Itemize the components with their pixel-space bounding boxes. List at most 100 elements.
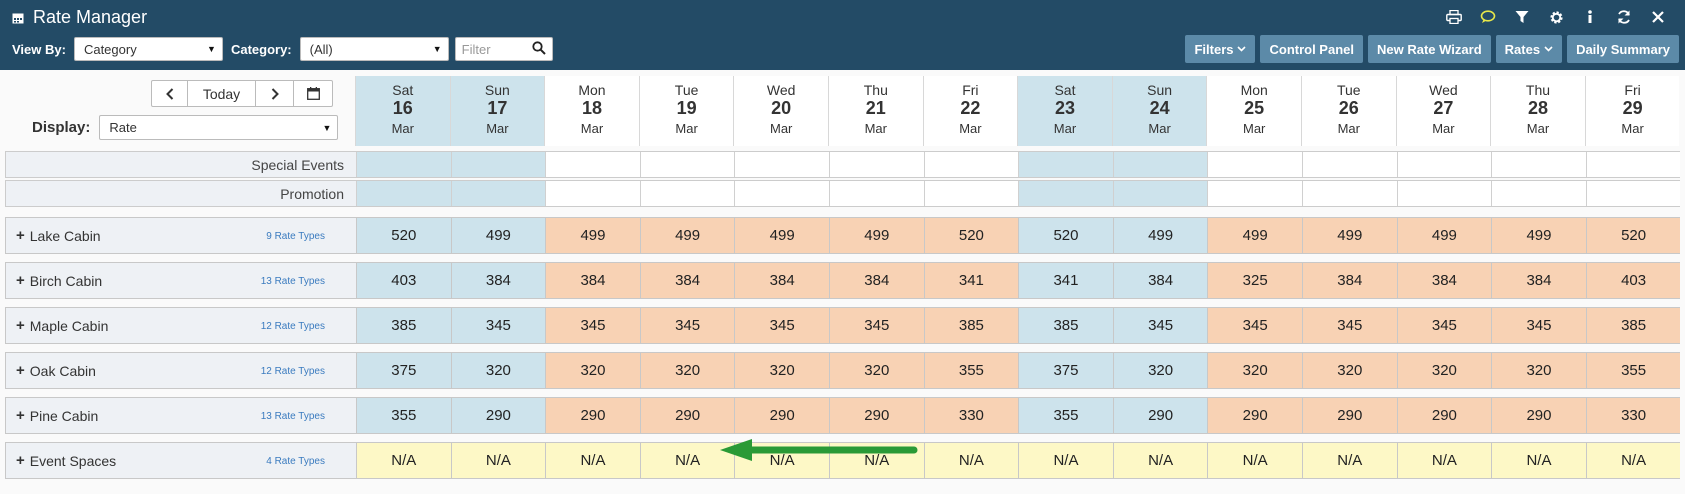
today-button[interactable]: Today	[188, 81, 256, 106]
control-panel-button[interactable]: Control Panel	[1260, 35, 1363, 63]
event-cell[interactable]	[1491, 152, 1586, 177]
event-cell[interactable]	[923, 181, 1019, 206]
rate-cell[interactable]: 345	[1207, 308, 1302, 343]
new-rate-wizard-button[interactable]: New Rate Wizard	[1368, 35, 1491, 63]
rate-types-link[interactable]: 12 Rate Types	[261, 366, 325, 377]
event-cell[interactable]	[450, 181, 546, 206]
rate-cell[interactable]: 375	[356, 353, 451, 388]
rate-cell[interactable]: 499	[1207, 218, 1302, 253]
rate-cell[interactable]: 320	[545, 353, 640, 388]
rate-cell[interactable]: 499	[734, 218, 829, 253]
rate-cell[interactable]: 385	[1585, 308, 1681, 343]
rate-cell[interactable]: 345	[829, 308, 924, 343]
rate-cell[interactable]: 341	[1018, 263, 1113, 298]
rate-cell[interactable]: N/A	[1112, 443, 1208, 478]
event-cell[interactable]	[1018, 152, 1113, 177]
info-icon[interactable]	[1573, 6, 1607, 28]
event-cell[interactable]	[1302, 152, 1397, 177]
event-cell[interactable]	[639, 181, 735, 206]
rate-cell[interactable]: 384	[734, 263, 829, 298]
rate-cell[interactable]: N/A	[1585, 443, 1681, 478]
rate-cell[interactable]: 499	[1302, 218, 1397, 253]
refresh-icon[interactable]	[1607, 6, 1641, 28]
rate-cell[interactable]: N/A	[1018, 443, 1113, 478]
prev-button[interactable]	[152, 81, 188, 106]
rate-cell[interactable]: 320	[639, 353, 735, 388]
filter-icon[interactable]	[1505, 6, 1539, 28]
rate-cell[interactable]: 320	[1302, 353, 1397, 388]
chat-icon[interactable]	[1471, 6, 1505, 28]
rate-cell[interactable]: 320	[450, 353, 546, 388]
event-cell[interactable]	[356, 152, 451, 177]
expand-plus-icon[interactable]: +	[16, 227, 25, 244]
rate-cell[interactable]: 499	[1396, 218, 1492, 253]
rate-cell[interactable]: 320	[1112, 353, 1208, 388]
rate-cell[interactable]: 290	[1302, 398, 1397, 433]
expand-plus-icon[interactable]: +	[16, 272, 25, 289]
event-cell[interactable]	[1585, 181, 1681, 206]
rate-types-link[interactable]: 9 Rate Types	[266, 231, 325, 242]
event-cell[interactable]	[1018, 181, 1113, 206]
filters-button[interactable]: Filters	[1185, 35, 1256, 63]
rate-cell[interactable]: 499	[545, 218, 640, 253]
rate-cell[interactable]: 520	[1585, 218, 1681, 253]
event-cell[interactable]	[356, 181, 451, 206]
rate-cell[interactable]: 320	[1396, 353, 1492, 388]
rate-cell[interactable]: N/A	[923, 443, 1019, 478]
rate-cell[interactable]: 499	[639, 218, 735, 253]
rate-cell[interactable]: 520	[1018, 218, 1113, 253]
event-cell[interactable]	[1302, 181, 1397, 206]
event-cell[interactable]	[829, 152, 924, 177]
event-cell[interactable]	[450, 152, 546, 177]
rate-cell[interactable]: 290	[1207, 398, 1302, 433]
event-cell[interactable]	[1207, 152, 1302, 177]
print-icon[interactable]	[1437, 6, 1471, 28]
event-cell[interactable]	[639, 152, 735, 177]
rate-cell[interactable]: 384	[1491, 263, 1586, 298]
rate-cell[interactable]: 290	[1491, 398, 1586, 433]
rate-cell[interactable]: 499	[829, 218, 924, 253]
rate-cell[interactable]: 355	[923, 353, 1019, 388]
rate-types-link[interactable]: 13 Rate Types	[261, 276, 325, 287]
rate-cell[interactable]: 325	[1207, 263, 1302, 298]
rate-cell[interactable]: 320	[734, 353, 829, 388]
calendar-picker-button[interactable]	[294, 81, 332, 106]
filter-input[interactable]: Filter	[454, 37, 553, 61]
rate-cell[interactable]: 385	[1018, 308, 1113, 343]
event-cell[interactable]	[1112, 181, 1208, 206]
rate-cell[interactable]: 345	[734, 308, 829, 343]
category-name[interactable]: + Maple Cabin	[16, 317, 108, 334]
rate-cell[interactable]: 345	[450, 308, 546, 343]
rates-button[interactable]: Rates	[1495, 35, 1563, 63]
rate-cell[interactable]: 384	[450, 263, 546, 298]
event-cell[interactable]	[1396, 152, 1492, 177]
category-name[interactable]: + Birch Cabin	[16, 272, 102, 289]
rate-cell[interactable]: 290	[829, 398, 924, 433]
rate-cell[interactable]: 330	[1585, 398, 1681, 433]
rate-cell[interactable]: 320	[1491, 353, 1586, 388]
rate-cell[interactable]: 384	[639, 263, 735, 298]
rate-cell[interactable]: 520	[923, 218, 1019, 253]
category-name[interactable]: + Oak Cabin	[16, 362, 96, 379]
rate-cell[interactable]: 320	[1207, 353, 1302, 388]
category-name[interactable]: + Lake Cabin	[16, 227, 101, 244]
rate-cell[interactable]: 499	[1112, 218, 1208, 253]
rate-cell[interactable]: 384	[829, 263, 924, 298]
event-cell[interactable]	[734, 152, 829, 177]
expand-plus-icon[interactable]: +	[16, 452, 25, 469]
rate-cell[interactable]: 290	[639, 398, 735, 433]
rate-cell[interactable]: 290	[450, 398, 546, 433]
expand-plus-icon[interactable]: +	[16, 317, 25, 334]
search-icon[interactable]	[532, 40, 546, 58]
rate-cell[interactable]: N/A	[356, 443, 451, 478]
rate-cell[interactable]: 345	[1112, 308, 1208, 343]
rate-cell[interactable]: 385	[356, 308, 451, 343]
event-cell[interactable]	[1207, 181, 1302, 206]
display-select[interactable]: Rate ▼	[99, 115, 339, 140]
rate-cell[interactable]: 355	[1018, 398, 1113, 433]
rate-cell[interactable]: 290	[1112, 398, 1208, 433]
rate-cell[interactable]: N/A	[1207, 443, 1302, 478]
event-cell[interactable]	[1491, 181, 1586, 206]
event-cell[interactable]	[545, 181, 640, 206]
rate-cell[interactable]: 330	[923, 398, 1019, 433]
